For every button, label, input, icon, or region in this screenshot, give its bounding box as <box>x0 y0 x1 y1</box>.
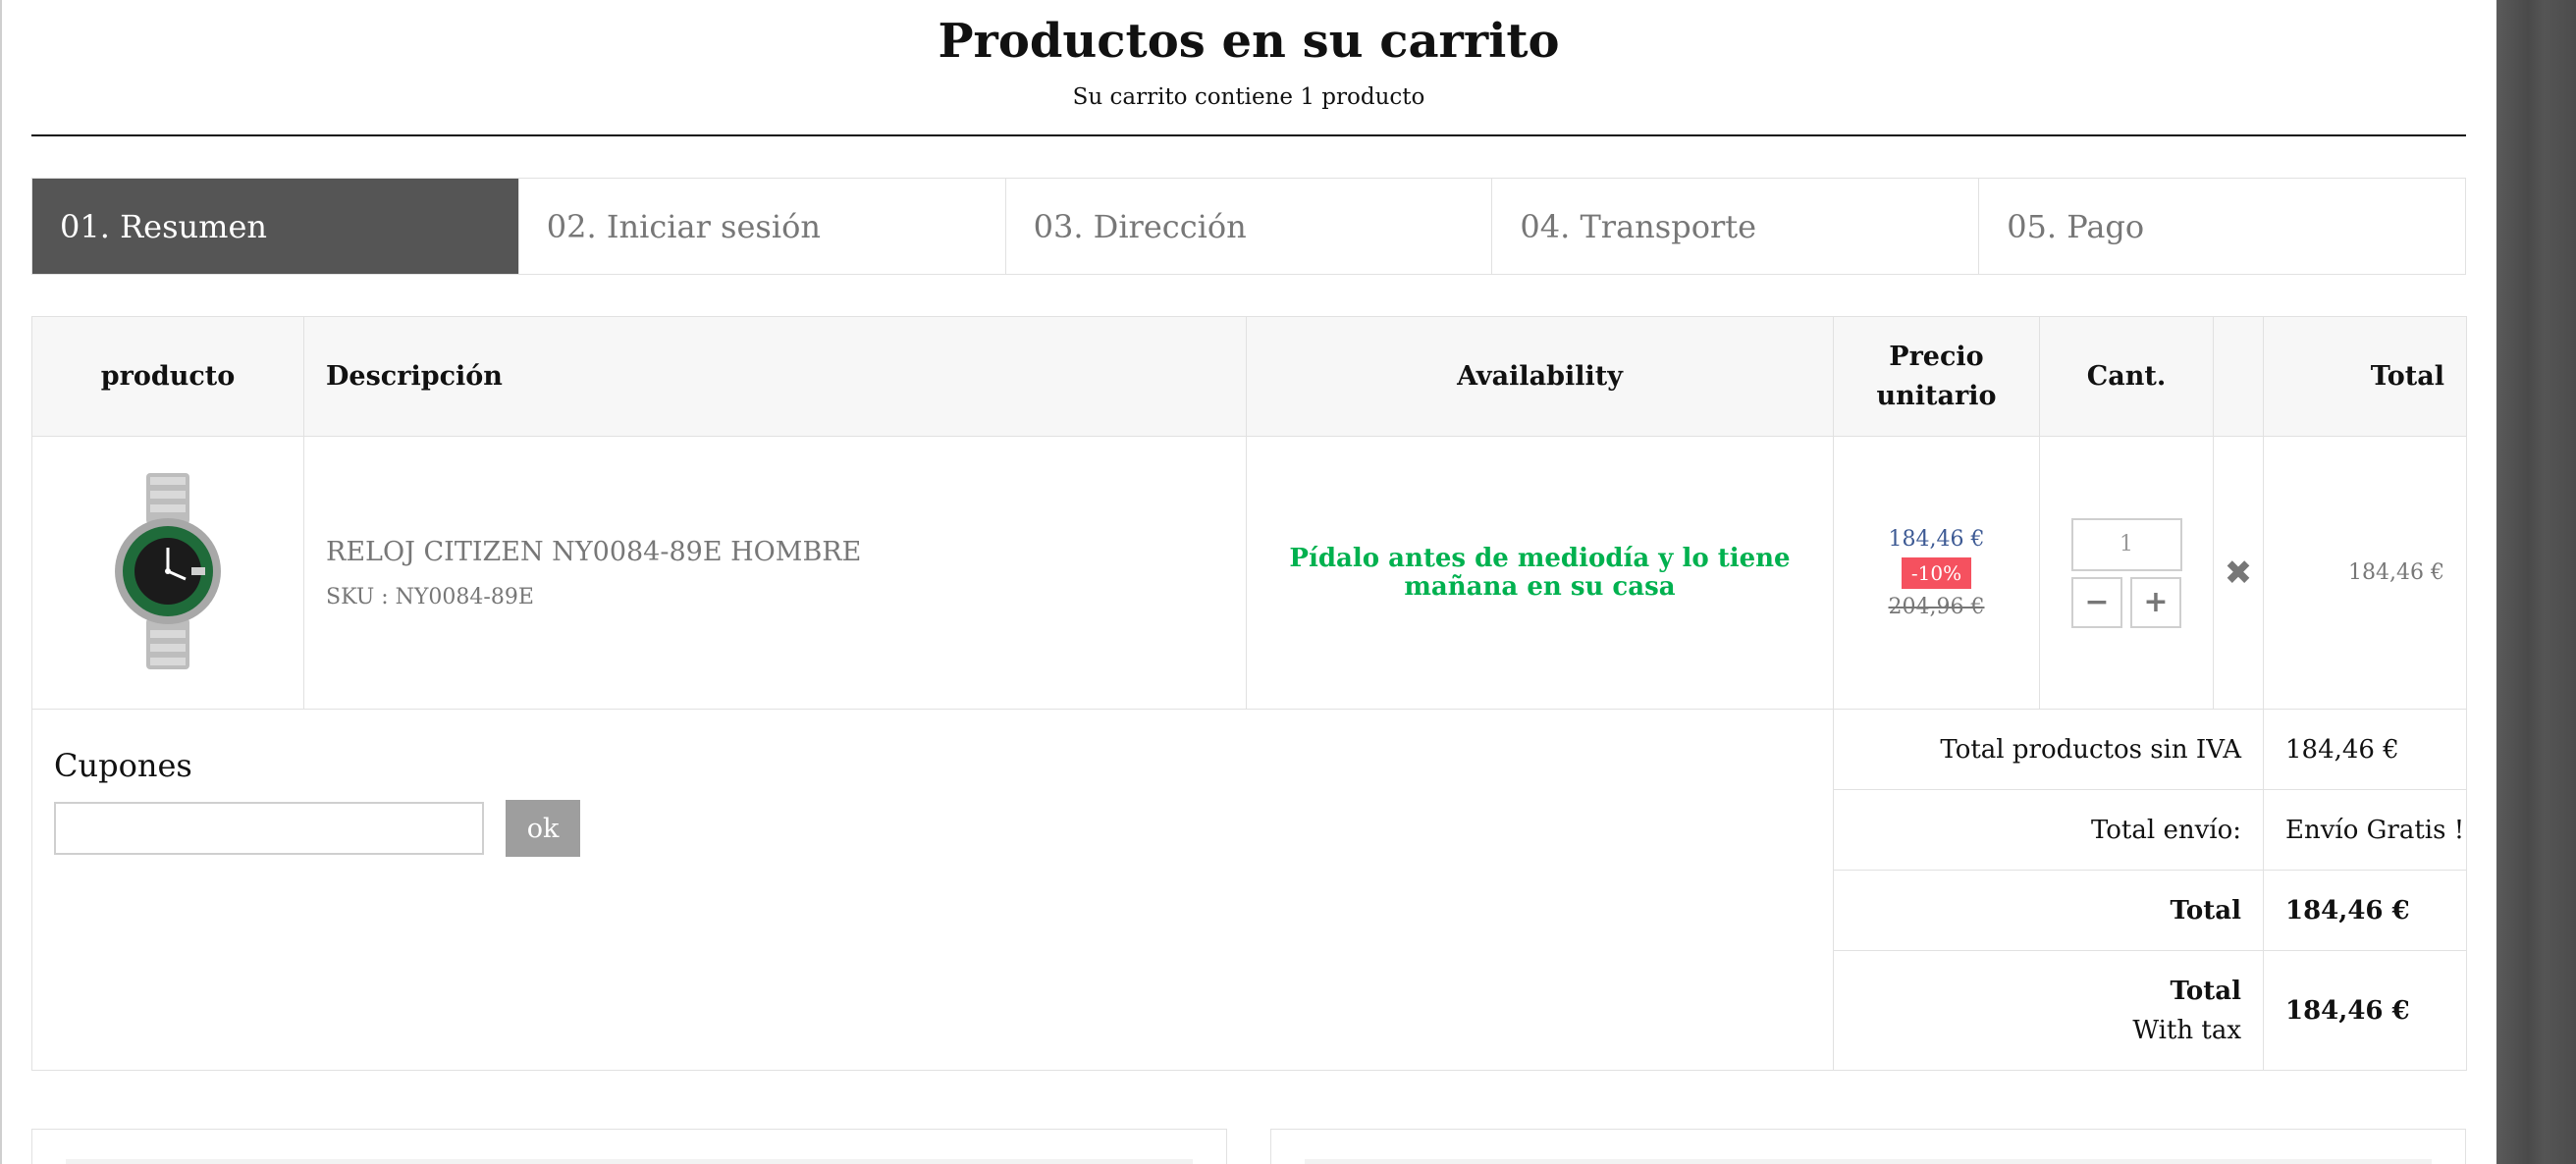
total-with-tax-value: 184,46 € <box>2263 950 2467 1071</box>
grand-total-label: Total <box>1833 870 2264 951</box>
step-login[interactable]: 02. Iniciar sesión <box>519 179 1006 274</box>
col-header-product: producto <box>31 316 304 437</box>
col-header-description: Descripción <box>303 316 1247 437</box>
delete-item-icon[interactable]: ✖ <box>2225 554 2253 593</box>
step-payment[interactable]: 05. Pago <box>1979 179 2465 274</box>
shipping-total-label: Total envío: <box>1833 789 2264 871</box>
unit-price-cell: 184,46 € -10% 204,96 € <box>1833 436 2040 710</box>
col-header-delete <box>2213 316 2264 437</box>
page-title: Productos en su carrito <box>938 14 1560 69</box>
cart-count-text: Su carrito contiene 1 producto <box>1072 84 1425 110</box>
col-header-total: Total <box>2263 316 2467 437</box>
coupon-form: ok <box>54 800 1811 857</box>
line-total: 184,46 € <box>2263 436 2467 710</box>
delete-cell: ✖ <box>2213 436 2264 710</box>
cart-page: Productos en su carrito Su carrito conti… <box>31 0 2467 1164</box>
table-row: RELOJ CITIZEN NY0084-89E HOMBRE SKU : NY… <box>31 436 2467 710</box>
quantity-input[interactable]: 1 <box>2070 517 2182 571</box>
product-image-cell <box>31 436 304 710</box>
checkout-steps: 01. Resumen 02. Iniciar sesión 03. Direc… <box>31 178 2466 275</box>
shipping-total-value: Envío Gratis ! <box>2263 789 2467 871</box>
step-address[interactable]: 03. Dirección <box>1006 179 1493 274</box>
old-price: 204,96 € <box>1888 594 1985 619</box>
increase-quantity-button[interactable]: + <box>2130 576 2181 628</box>
bottom-panel-left <box>31 1129 1227 1164</box>
coupon-input[interactable] <box>54 802 484 855</box>
coupon-section: Cupones ok <box>31 709 1834 1071</box>
total-with-tax-label-line2: With tax <box>2132 1015 2241 1045</box>
total-with-tax-label-line1: Total <box>2170 976 2241 1006</box>
left-border <box>0 0 2 1164</box>
product-description-cell: RELOJ CITIZEN NY0084-89E HOMBRE SKU : NY… <box>303 436 1247 710</box>
availability-text: Pídalo antes de mediodía y lo tiene maña… <box>1289 543 1791 602</box>
step-summary[interactable]: 01. Resumen <box>32 179 519 274</box>
coupon-title: Cupones <box>54 747 192 784</box>
availability-cell: Pídalo antes de mediodía y lo tiene maña… <box>1246 436 1834 710</box>
minus-icon: − <box>2084 585 2110 619</box>
col-header-unit-price-line1: Precio <box>1889 341 1984 372</box>
product-name-link[interactable]: RELOJ CITIZEN NY0084-89E HOMBRE <box>326 537 1246 567</box>
background-side-panel <box>2496 0 2576 1164</box>
decrease-quantity-button[interactable]: − <box>2071 576 2122 628</box>
step-shipping[interactable]: 04. Transporte <box>1492 179 1980 274</box>
col-header-unit-price-line2: unitario <box>1876 380 1997 411</box>
col-header-unit-price: Precio unitario <box>1833 316 2040 437</box>
bottom-panel-right <box>1270 1129 2466 1164</box>
total-with-tax-label: Total With tax <box>1833 950 2264 1071</box>
table-header-row: producto Descripción Availability Precio… <box>31 316 2467 437</box>
header-divider <box>31 134 2466 136</box>
plus-icon: + <box>2143 585 2169 619</box>
coupon-submit-button[interactable]: ok <box>506 800 580 857</box>
products-total-label: Total productos sin IVA <box>1833 709 2264 790</box>
quantity-cell: 1 − + <box>2039 436 2214 710</box>
discount-badge: -10% <box>1901 556 1972 589</box>
quantity-stepper: − + <box>2040 576 2213 628</box>
grand-total-value: 184,46 € <box>2263 870 2467 951</box>
current-price: 184,46 € <box>1888 526 1985 552</box>
products-total-value: 184,46 € <box>2263 709 2467 790</box>
cart-table: producto Descripción Availability Precio… <box>31 316 2467 1071</box>
product-sku: SKU : NY0084-89E <box>326 584 534 609</box>
col-header-qty: Cant. <box>2039 316 2214 437</box>
summary-row-products: Cupones ok Total productos sin IVA 184,4… <box>31 709 2467 1071</box>
watch-product-image[interactable] <box>109 472 227 669</box>
col-header-availability: Availability <box>1246 316 1834 437</box>
